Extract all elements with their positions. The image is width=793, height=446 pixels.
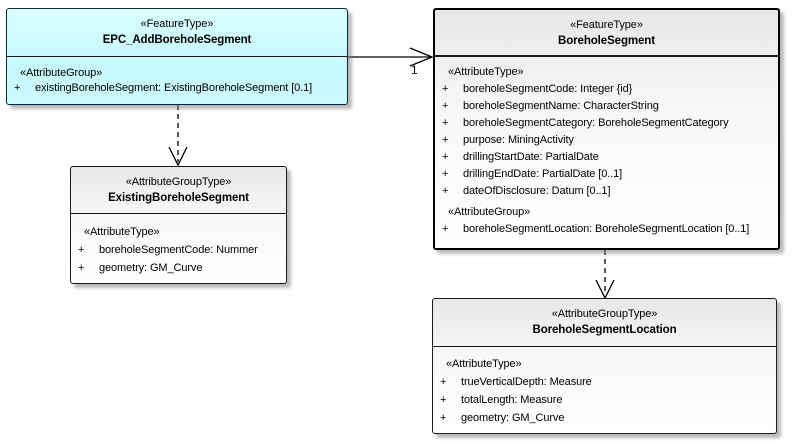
attribute-row: + dateOfDisclosure: Datum [0..1] — [435, 183, 778, 200]
attribute-text: existingBoreholeSegment: ExistingBorehol… — [35, 82, 312, 94]
class-header: «FeatureType» BoreholeSegment — [435, 10, 778, 57]
attribute-text: totalLength: Measure — [461, 394, 562, 406]
attribute-row: + drillingEndDate: PartialDate [0..1] — [435, 166, 778, 183]
attribute-text: purpose: MiningActivity — [463, 134, 574, 146]
attribute-text: drillingStartDate: PartialDate — [463, 151, 599, 163]
class-header: «AttributeGroupType» ExistingBoreholeSeg… — [71, 167, 286, 214]
attribute-type-heading: «AttributeType» — [433, 355, 776, 373]
attribute-text: dateOfDisclosure: Datum [0..1] — [463, 185, 610, 197]
association-connector[interactable] — [348, 48, 432, 66]
attribute-row: + trueVerticalDepth: Measure — [433, 373, 776, 391]
attribute-row: + existingBoreholeSegment: ExistingBoreh… — [7, 81, 347, 96]
attribute-group-heading: «AttributeGroup» — [7, 66, 347, 81]
attribute-text: boreholeSegmentCode: Nummer — [99, 244, 258, 256]
class-boreholesegment[interactable]: «FeatureType» BoreholeSegment «Attribute… — [433, 8, 780, 250]
attribute-text: boreholeSegmentCategory: BoreholeSegment… — [463, 117, 728, 129]
class-boreholesegmentlocation[interactable]: «AttributeGroupType» BoreholeSegmentLoca… — [432, 298, 777, 434]
attributes-compartment: «AttributeType» + trueVerticalDepth: Mea… — [433, 347, 776, 427]
attribute-text: geometry: GM_Curve — [461, 412, 564, 424]
attribute-text: boreholeSegmentCode: Integer {id} — [463, 83, 632, 95]
multiplicity-label: 1 — [411, 64, 418, 76]
stereotype-label: «AttributeGroupType» — [71, 175, 286, 190]
class-name: BoreholeSegmentLocation — [433, 322, 776, 339]
attribute-text: boreholeSegmentLocation: BoreholeSegment… — [463, 223, 749, 235]
visibility-symbol: + — [442, 115, 448, 132]
class-name: EPC_AddBoreholeSegment — [7, 32, 347, 49]
attribute-text: drillingEndDate: PartialDate [0..1] — [463, 168, 622, 180]
visibility-symbol: + — [78, 259, 84, 277]
attribute-row: + purpose: MiningActivity — [435, 132, 778, 149]
visibility-symbol: + — [440, 373, 446, 391]
attribute-row: + boreholeSegmentName: CharacterString — [435, 98, 778, 115]
attribute-type-heading: «AttributeType» — [71, 223, 286, 241]
uml-class-diagram: 1 «FeatureType» EPC_AddBoreholeSegment «… — [0, 0, 793, 446]
visibility-symbol: + — [442, 81, 448, 98]
attribute-row: + boreholeSegmentCategory: BoreholeSegme… — [435, 115, 778, 132]
class-epc-addboreholesegment[interactable]: «FeatureType» EPC_AddBoreholeSegment «At… — [6, 8, 348, 105]
visibility-symbol: + — [442, 132, 448, 149]
visibility-symbol: + — [440, 391, 446, 409]
attribute-row: + geometry: GM_Curve — [433, 409, 776, 427]
visibility-symbol: + — [442, 98, 448, 115]
attributes-compartment: «AttributeType» + boreholeSegmentCode: N… — [71, 214, 286, 277]
dependency-connector-location[interactable] — [596, 250, 614, 298]
attributes-compartment: «AttributeType» + boreholeSegmentCode: I… — [435, 57, 778, 238]
class-existingboreholesegment[interactable]: «AttributeGroupType» ExistingBoreholeSeg… — [70, 166, 287, 284]
stereotype-label: «AttributeGroupType» — [433, 307, 776, 322]
visibility-symbol: + — [78, 241, 84, 259]
class-header: «AttributeGroupType» BoreholeSegmentLoca… — [433, 299, 776, 347]
attribute-row: + drillingStartDate: PartialDate — [435, 149, 778, 166]
attribute-text: geometry: GM_Curve — [99, 262, 202, 274]
visibility-symbol: + — [442, 149, 448, 166]
stereotype-label: «FeatureType» — [435, 18, 778, 33]
visibility-symbol: + — [442, 166, 448, 183]
visibility-symbol: + — [442, 221, 448, 238]
class-name: ExistingBoreholeSegment — [71, 190, 286, 207]
attribute-row: + totalLength: Measure — [433, 391, 776, 409]
visibility-symbol: + — [14, 81, 20, 96]
attributes-compartment: «AttributeGroup» + existingBoreholeSegme… — [7, 57, 347, 96]
attribute-row: + boreholeSegmentLocation: BoreholeSegme… — [435, 221, 778, 238]
attribute-text: boreholeSegmentName: CharacterString — [463, 100, 659, 112]
attribute-row: + boreholeSegmentCode: Integer {id} — [435, 81, 778, 98]
visibility-symbol: + — [442, 183, 448, 200]
attribute-group-heading: «AttributeGroup» — [435, 204, 778, 221]
dependency-connector-existing[interactable] — [169, 105, 187, 165]
class-name: BoreholeSegment — [435, 33, 778, 50]
class-header: «FeatureType» EPC_AddBoreholeSegment — [7, 9, 347, 57]
attribute-type-heading: «AttributeType» — [435, 64, 778, 81]
attribute-row: + boreholeSegmentCode: Nummer — [71, 241, 286, 259]
stereotype-label: «FeatureType» — [7, 17, 347, 32]
attribute-row: + geometry: GM_Curve — [71, 259, 286, 277]
visibility-symbol: + — [440, 409, 446, 427]
attribute-text: trueVerticalDepth: Measure — [461, 376, 592, 388]
